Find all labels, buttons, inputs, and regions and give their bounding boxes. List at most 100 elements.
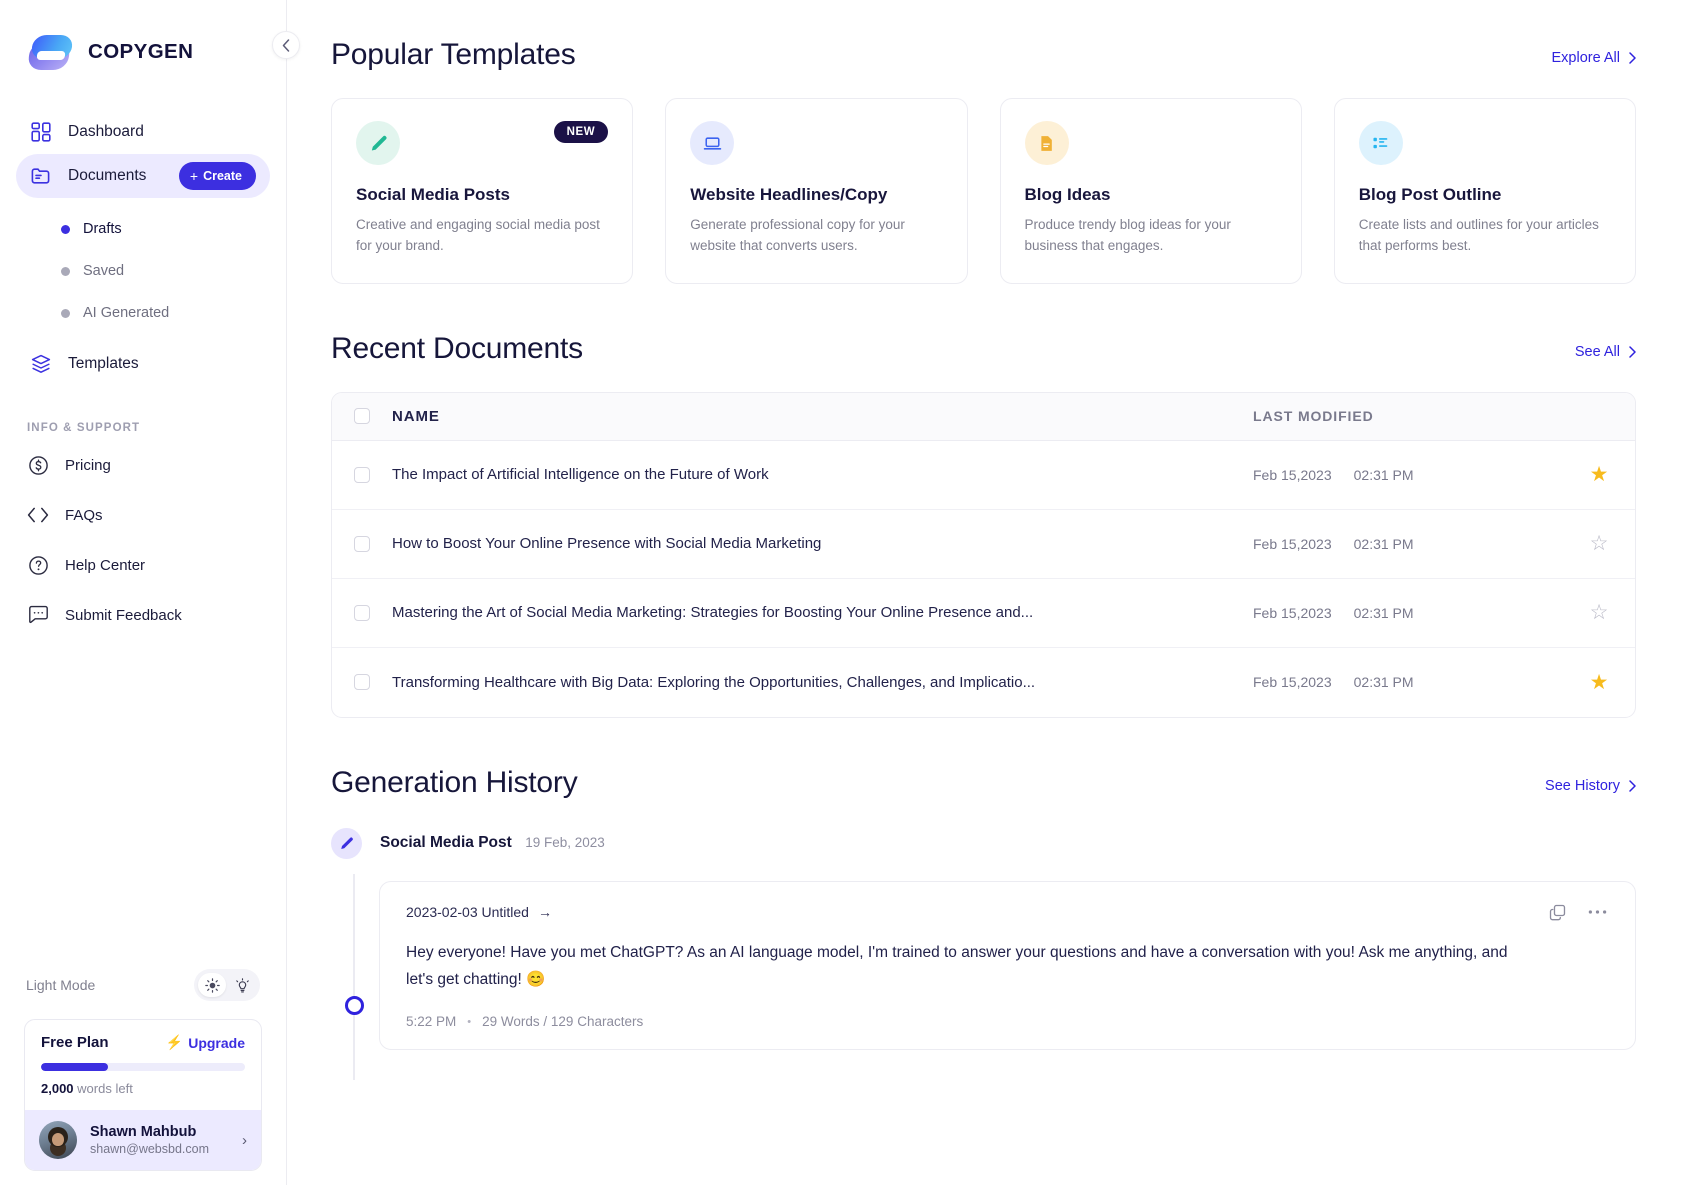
brand[interactable]: COPYGEN: [0, 0, 286, 72]
sun-icon: [205, 978, 220, 993]
copy-icon[interactable]: [1549, 904, 1566, 921]
table-header-row: NAME LAST MODIFIED: [332, 393, 1635, 441]
upgrade-button[interactable]: ⚡ Upgrade: [166, 1034, 245, 1051]
favorite-star-icon[interactable]: ☆: [1563, 531, 1635, 556]
document-date: Feb 15,2023: [1253, 674, 1332, 690]
document-name: Transforming Healthcare with Big Data: E…: [392, 674, 1253, 691]
documents-subnav: Drafts Saved AI Generated: [0, 208, 286, 334]
sidebar-item-pricing-label: Pricing: [65, 457, 111, 474]
brand-name: COPYGEN: [88, 40, 193, 64]
sidebar-subitem-ai-generated-label: AI Generated: [83, 305, 169, 321]
document-date: Feb 15,2023: [1253, 467, 1332, 483]
copygen-logo-icon: [27, 32, 73, 72]
document-name: Mastering the Art of Social Media Market…: [392, 604, 1253, 621]
generation-body-text: Hey everyone! Have you met ChatGPT? As a…: [406, 939, 1516, 994]
table-row[interactable]: How to Boost Your Online Presence with S…: [332, 510, 1635, 579]
template-card-description: Create lists and outlines for your artic…: [1359, 215, 1611, 257]
sidebar-subitem-ai-generated[interactable]: AI Generated: [0, 292, 286, 334]
row-checkbox[interactable]: [354, 536, 370, 552]
timeline-node-marker: [345, 996, 364, 1015]
explore-all-link[interactable]: Explore All: [1551, 50, 1636, 72]
template-card-blog-ideas[interactable]: Blog Ideas Produce trendy blog ideas for…: [1000, 98, 1302, 284]
user-profile-row[interactable]: Shawn Mahbub shawn@websbd.com ›: [25, 1110, 261, 1170]
chevron-right-icon[interactable]: ›: [242, 1132, 247, 1149]
timeline-entry-header: Social Media Post 19 Feb, 2023: [331, 828, 1636, 859]
row-select-cell: [332, 605, 392, 621]
document-modified: Feb 15,2023 02:31 PM: [1253, 467, 1563, 483]
template-card-website-headlines-copy[interactable]: Website Headlines/Copy Generate professi…: [665, 98, 967, 284]
new-badge: NEW: [554, 121, 609, 143]
document-name: How to Boost Your Online Presence with S…: [392, 535, 1253, 552]
template-card-top: [1359, 121, 1611, 165]
sidebar-subitem-drafts-label: Drafts: [83, 221, 122, 237]
recent-documents-header: Recent Documents See All: [331, 332, 1636, 366]
template-card-top: NEW: [356, 121, 608, 165]
template-card-top: [1025, 121, 1277, 165]
sidebar-item-documents[interactable]: Documents + Create: [16, 154, 270, 198]
template-card-description: Produce trendy blog ideas for your busin…: [1025, 215, 1277, 257]
sidebar-item-submit-feedback[interactable]: Submit Feedback: [0, 590, 286, 640]
favorite-star-icon[interactable]: ★: [1563, 462, 1635, 487]
row-select-cell: [332, 674, 392, 690]
template-card-title: Blog Ideas: [1025, 185, 1277, 205]
dollar-circle-icon: [27, 454, 49, 476]
sidebar-subitem-saved-label: Saved: [83, 263, 124, 279]
popular-templates-grid: NEW Social Media Posts Creative and enga…: [331, 98, 1636, 284]
template-card-title: Blog Post Outline: [1359, 185, 1611, 205]
favorite-star-icon[interactable]: ☆: [1563, 600, 1635, 625]
chevron-right-icon: [1629, 780, 1636, 792]
select-all-cell: [332, 408, 392, 424]
row-checkbox[interactable]: [354, 674, 370, 690]
table-row[interactable]: Transforming Healthcare with Big Data: E…: [332, 648, 1635, 717]
see-history-label: See History: [1545, 778, 1620, 794]
timeline-connector: [353, 874, 355, 1080]
bullet-icon: [61, 309, 70, 318]
theme-toggle[interactable]: [194, 969, 260, 1001]
sidebar-item-help-center[interactable]: Help Center: [0, 540, 286, 590]
layers-icon: [30, 353, 52, 375]
document-modified: Feb 15,2023 02:31 PM: [1253, 536, 1563, 552]
sidebar-item-documents-label: Documents: [68, 167, 163, 185]
row-checkbox[interactable]: [354, 467, 370, 483]
sidebar-item-faqs[interactable]: FAQs: [0, 490, 286, 540]
sidebar-item-help-center-label: Help Center: [65, 557, 145, 574]
template-card-top: [690, 121, 942, 165]
chat-icon: [27, 604, 49, 626]
sidebar-subitem-saved[interactable]: Saved: [0, 250, 286, 292]
generation-card[interactable]: 2023-02-03 Untitled →: [379, 881, 1636, 1050]
create-document-button[interactable]: + Create: [179, 162, 256, 190]
plus-icon: +: [190, 168, 198, 184]
see-history-link[interactable]: See History: [1545, 778, 1636, 800]
column-header-last-modified: LAST MODIFIED: [1253, 408, 1563, 424]
row-checkbox[interactable]: [354, 605, 370, 621]
see-all-label: See All: [1575, 344, 1620, 360]
template-card-blog-post-outline[interactable]: Blog Post Outline Create lists and outli…: [1334, 98, 1636, 284]
user-name: Shawn Mahbub: [90, 1124, 229, 1140]
table-row[interactable]: Mastering the Art of Social Media Market…: [332, 579, 1635, 648]
template-card-social-media-posts[interactable]: NEW Social Media Posts Creative and enga…: [331, 98, 633, 284]
user-email: shawn@websbd.com: [90, 1142, 229, 1156]
sidebar-item-templates[interactable]: Templates: [16, 342, 270, 386]
plan-card-top: Free Plan ⚡ Upgrade 2,000 words left: [25, 1020, 261, 1110]
sidebar-item-dashboard[interactable]: Dashboard: [16, 110, 270, 154]
plan-progress-bar: [41, 1063, 245, 1071]
sidebar-footer: Light Mode: [0, 969, 286, 1185]
light-mode-button[interactable]: [198, 973, 226, 997]
see-all-link[interactable]: See All: [1575, 344, 1636, 366]
sidebar-item-pricing[interactable]: Pricing: [0, 440, 286, 490]
more-horizontal-icon[interactable]: [1588, 909, 1607, 915]
select-all-checkbox[interactable]: [354, 408, 370, 424]
sidebar-collapse-button[interactable]: [272, 31, 300, 59]
table-row[interactable]: The Impact of Artificial Intelligence on…: [332, 441, 1635, 510]
dark-mode-button[interactable]: [228, 973, 256, 997]
generation-card-top: 2023-02-03 Untitled →: [406, 904, 1607, 921]
sidebar-item-templates-label: Templates: [68, 355, 256, 373]
generation-time: 5:22 PM: [406, 1014, 456, 1029]
primary-nav: Dashboard Documents + Create: [0, 110, 286, 386]
generation-doc-title: 2023-02-03 Untitled: [406, 904, 529, 920]
document-name: The Impact of Artificial Intelligence on…: [392, 466, 1253, 483]
sidebar-subitem-drafts[interactable]: Drafts: [0, 208, 286, 250]
generation-doc-link[interactable]: 2023-02-03 Untitled →: [406, 904, 552, 920]
generation-type: Social Media Post: [380, 834, 512, 851]
favorite-star-icon[interactable]: ★: [1563, 670, 1635, 695]
